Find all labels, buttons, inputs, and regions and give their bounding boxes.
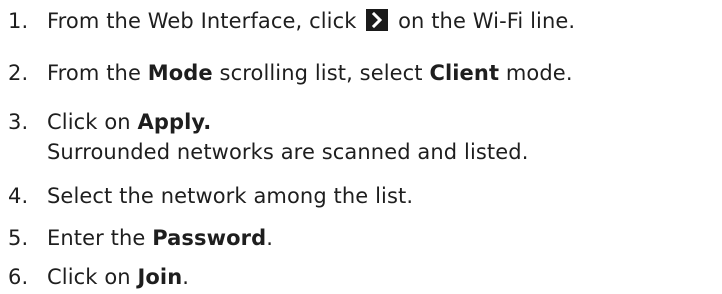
step-text-part: From the Web Interface, click	[47, 9, 357, 33]
step-subtext: Surrounded networks are scanned and list…	[47, 140, 529, 164]
join-label: Join	[137, 265, 183, 289]
step-text-part: Click on	[47, 265, 131, 289]
step-text-part: .	[182, 265, 190, 289]
step-text: Select the network among the list.	[47, 181, 413, 211]
step-text-part: .	[266, 226, 273, 250]
step-text-part: Select the network among the list.	[47, 184, 414, 208]
step-text: Enter the Password.	[47, 223, 273, 253]
step-text: From the Mode scrolling list, select Cli…	[47, 58, 573, 88]
step-text-part: Click on	[47, 110, 131, 134]
step-text-part: scrolling list, select	[219, 61, 423, 85]
step-number: 6.	[8, 265, 29, 289]
chevron-right-icon	[366, 9, 389, 31]
step-text: From the Web Interface, click on the Wi-…	[47, 6, 575, 36]
password-label: Password	[152, 226, 267, 250]
step-text-part: Enter the	[47, 226, 146, 250]
mode-label: Mode	[147, 61, 213, 85]
client-label: Client	[429, 61, 500, 85]
step-text: Click on Apply. Surrounded networks are …	[47, 107, 529, 167]
step-text-part: From the	[47, 61, 141, 85]
step-number: 4.	[8, 184, 29, 208]
apply-label: Apply.	[137, 110, 212, 134]
step-number: 5.	[8, 226, 29, 250]
step-text: Click on Join.	[47, 262, 189, 292]
step-number: 3.	[8, 110, 29, 134]
step-text-part: on the Wi-Fi line.	[398, 9, 576, 33]
step-number: 2.	[8, 61, 29, 85]
step-number: 1.	[8, 9, 29, 33]
step-text-part: mode.	[505, 61, 573, 85]
